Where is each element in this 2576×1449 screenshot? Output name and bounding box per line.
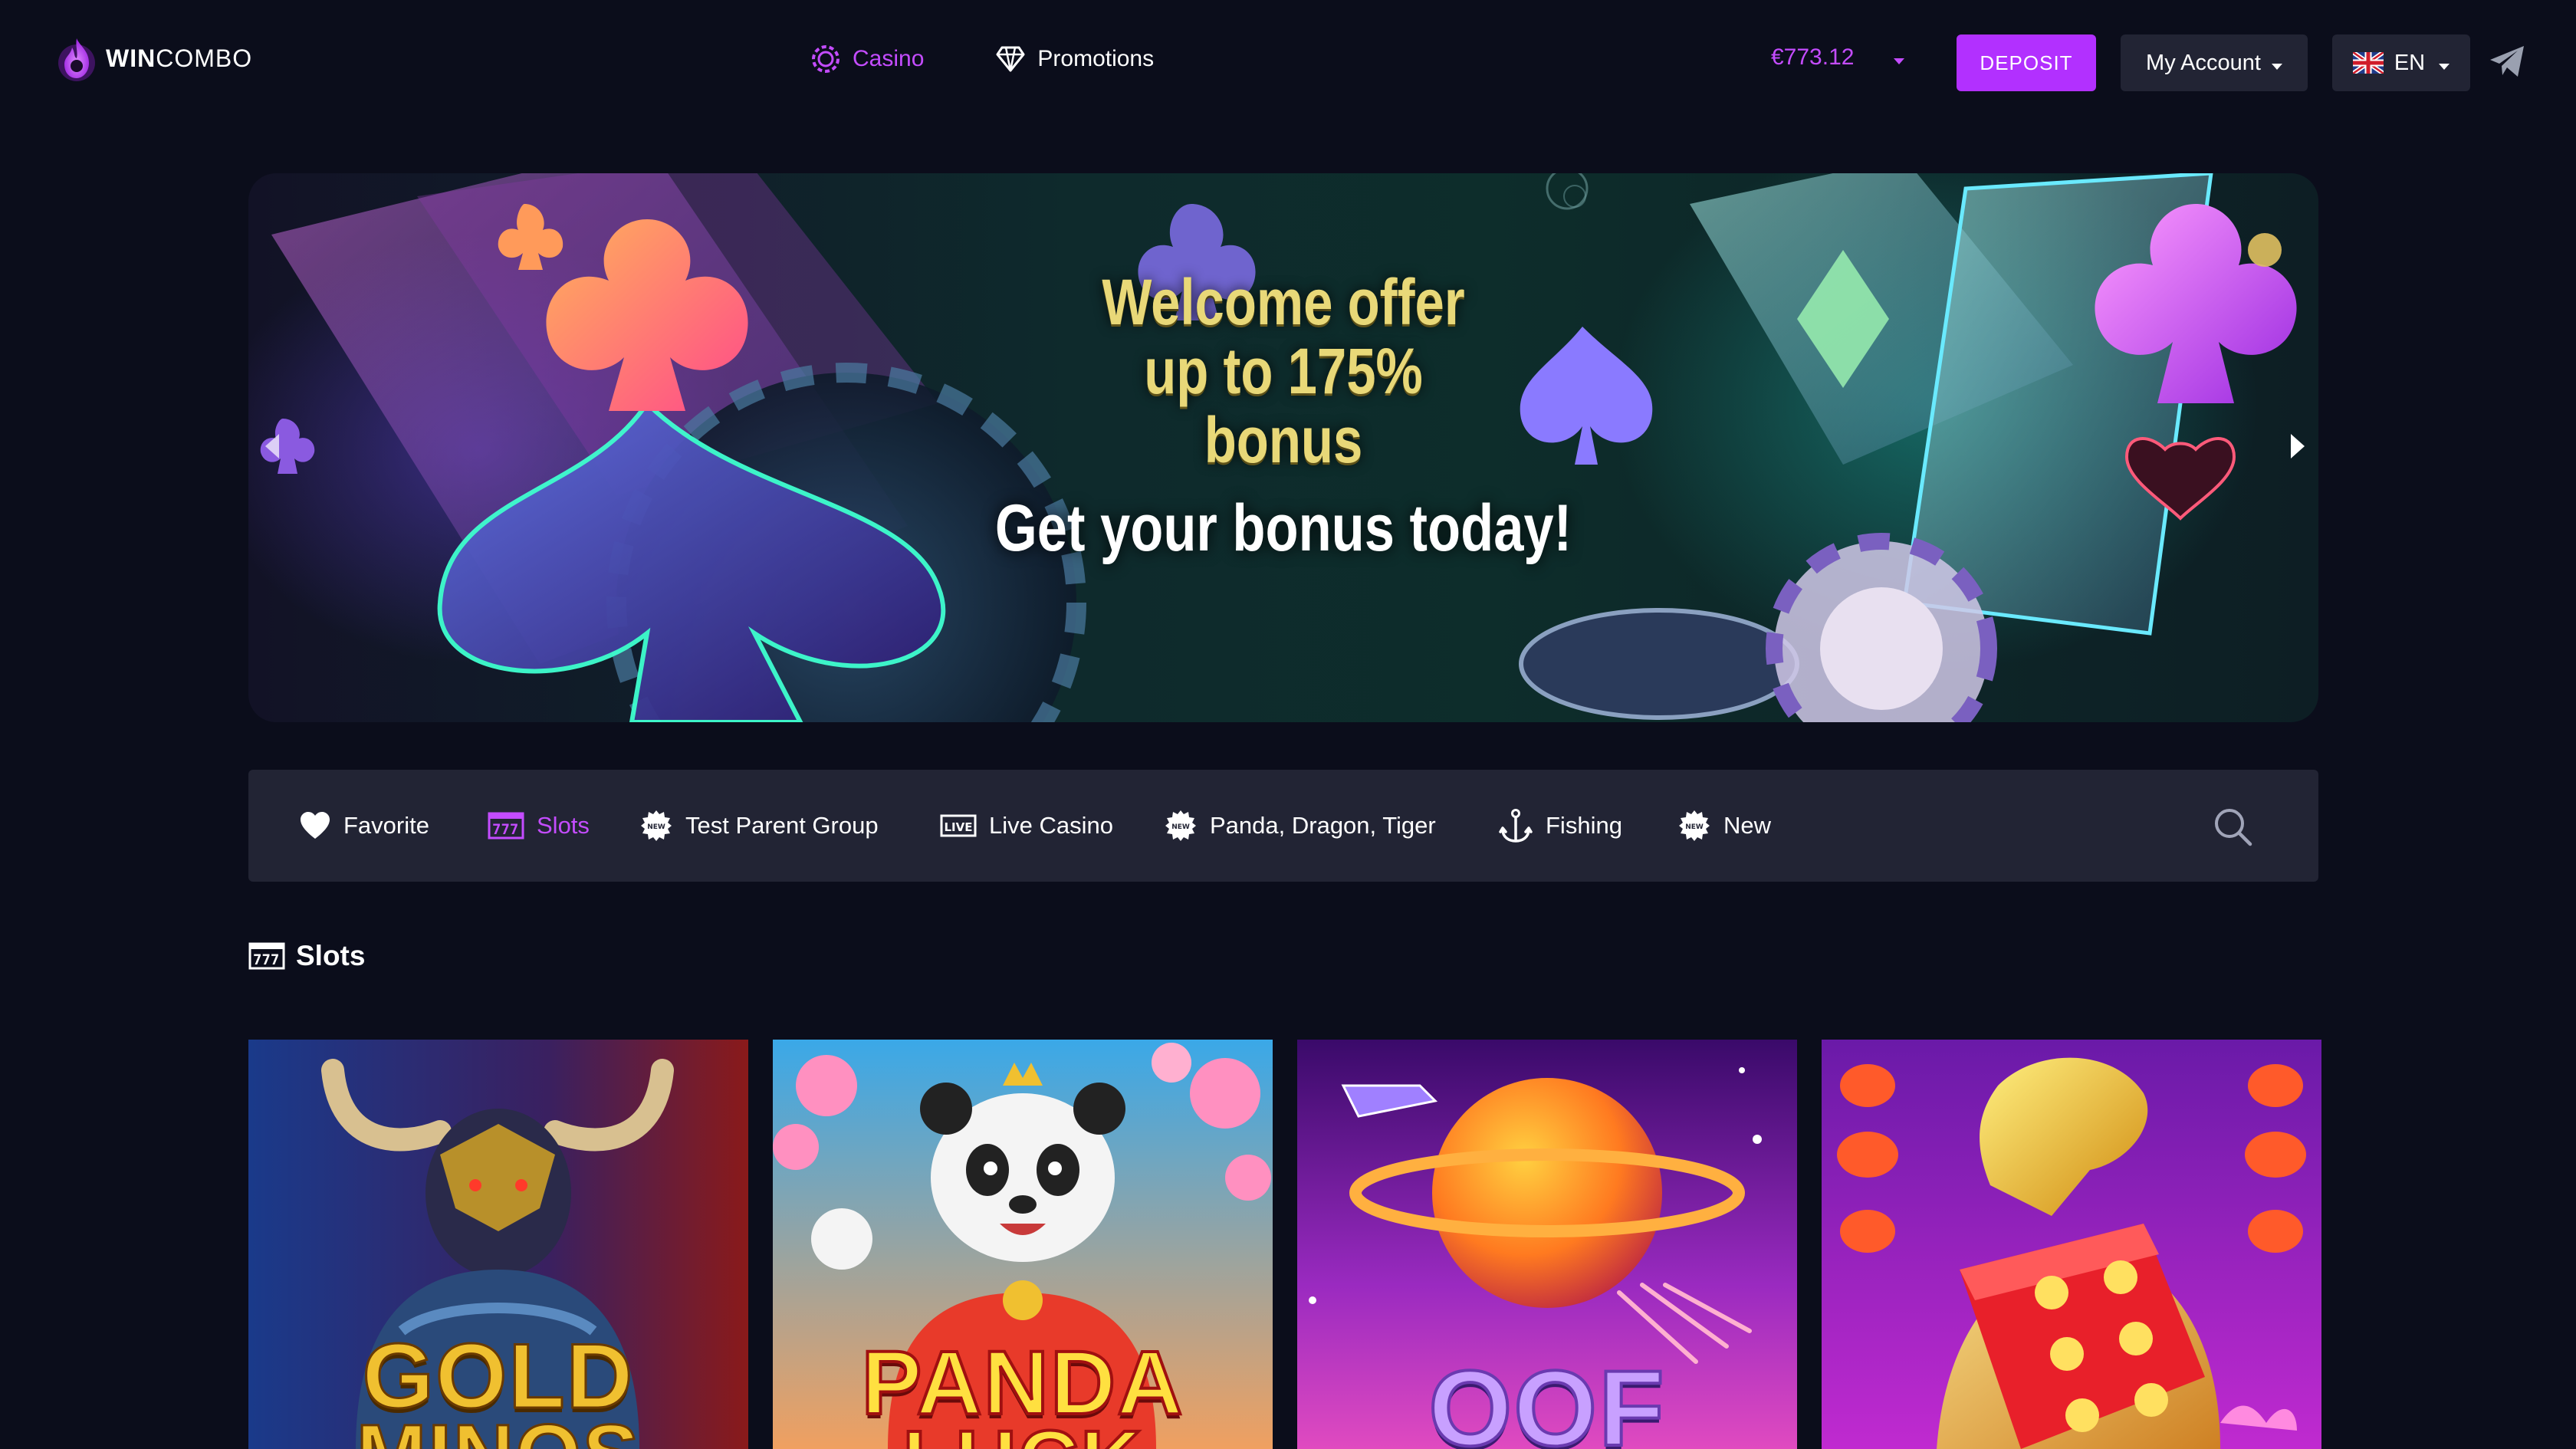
live-badge-icon: LIVE	[940, 814, 977, 837]
svg-text:LIVE: LIVE	[945, 820, 973, 834]
category-favorite[interactable]: Favorite	[299, 770, 429, 882]
game-category-bar: Favorite 777 Slots NEW Test Parent Group…	[248, 770, 2318, 882]
category-slots[interactable]: 777 Slots	[488, 770, 590, 882]
balance-dropdown[interactable]: €773.12	[1771, 44, 1905, 71]
category-panda-dragon-tiger-label: Panda, Dragon, Tiger	[1210, 812, 1436, 839]
banner-next-arrow-icon[interactable]	[2291, 434, 2305, 458]
chevron-down-icon	[1894, 44, 1905, 71]
category-fishing-label: Fishing	[1546, 812, 1622, 839]
heart-icon	[301, 812, 330, 839]
svg-text:777: 777	[492, 821, 518, 838]
banner-copy: Welcome offer up to 175% bonus Get your …	[248, 173, 2318, 722]
brand-name-bold: WIN	[106, 44, 156, 72]
casino-chip-icon	[812, 45, 840, 73]
new-badge-icon: NEW	[1165, 810, 1196, 841]
category-panda-dragon-tiger[interactable]: NEW Panda, Dragon, Tiger	[1164, 770, 1436, 882]
deposit-button[interactable]: DEPOSIT	[1957, 34, 2096, 91]
game-tile-dragon-dice[interactable]	[1822, 1040, 2321, 1449]
game-tile-panda-luck[interactable]: PANDA LUCK	[773, 1040, 1273, 1449]
category-live-casino[interactable]: LIVE Live Casino	[940, 770, 1113, 882]
svg-text:NEW: NEW	[647, 823, 665, 831]
telegram-icon[interactable]	[2489, 44, 2525, 78]
category-new[interactable]: NEW New	[1677, 770, 1771, 882]
language-label: EN	[2394, 50, 2426, 75]
banner-prev-arrow-icon[interactable]	[265, 434, 279, 458]
brand-name: WINCOMBO	[106, 44, 252, 73]
promo-banner[interactable]: Welcome offer up to 175% bonus Get your …	[248, 173, 2318, 722]
game-tile-subtitle: LUCK	[773, 1412, 1273, 1449]
svg-text:NEW: NEW	[1171, 823, 1190, 831]
game-tile-space[interactable]: OOF	[1297, 1040, 1797, 1449]
diamond-icon	[996, 46, 1025, 72]
game-tile-gold-minos[interactable]: GOLD MINOS	[248, 1040, 748, 1449]
banner-headline-1: Welcome offer	[1102, 266, 1465, 338]
uk-flag-icon	[2352, 52, 2384, 74]
brand-name-light: COMBO	[156, 44, 253, 72]
banner-headline-2: up to 175%	[1144, 335, 1423, 407]
svg-text:NEW: NEW	[1685, 823, 1704, 831]
category-test-parent-group-label: Test Parent Group	[685, 812, 879, 839]
new-badge-icon: NEW	[1679, 810, 1710, 841]
new-badge-icon: NEW	[641, 810, 672, 841]
nav-promotions-label: Promotions	[1037, 46, 1155, 71]
chevron-down-icon	[2271, 51, 2282, 76]
top-header: WINCOMBO Casino Promotions €773.12 DEPOS…	[0, 0, 2576, 123]
nav-casino[interactable]: Casino	[811, 44, 924, 74]
nav-casino-label: Casino	[853, 46, 925, 71]
game-tile-subtitle: MINOS	[248, 1406, 748, 1449]
category-fishing[interactable]: Fishing	[1498, 770, 1622, 882]
game-tile-title: OOF	[1427, 1346, 1666, 1449]
category-new-label: New	[1723, 812, 1772, 839]
nav-promotions[interactable]: Promotions	[996, 46, 1154, 72]
main-nav: Casino Promotions	[811, 44, 1226, 74]
category-slots-label: Slots	[537, 812, 590, 839]
banner-headline-3: bonus	[1204, 404, 1363, 476]
slots-777-icon: 777	[488, 812, 524, 840]
section-title-label: Slots	[296, 940, 366, 971]
svg-text:777: 777	[253, 951, 279, 968]
my-account-label: My Account	[2146, 50, 2261, 75]
category-favorite-label: Favorite	[343, 812, 429, 839]
anchor-icon	[1499, 809, 1533, 843]
balance-amount: €773.12	[1771, 44, 1855, 70]
brand-logo[interactable]: WINCOMBO	[57, 35, 252, 81]
game-thumbnail-dragon-dice	[1822, 1040, 2321, 1449]
my-account-button[interactable]: My Account	[2121, 34, 2308, 91]
language-selector[interactable]: EN	[2332, 34, 2470, 91]
search-icon[interactable]	[2213, 807, 2252, 846]
flame-logo-icon	[58, 38, 95, 81]
slots-777-icon: 777	[248, 942, 285, 970]
category-live-casino-label: Live Casino	[989, 812, 1113, 839]
category-test-parent-group[interactable]: NEW Test Parent Group	[639, 770, 879, 882]
banner-cta-text: Get your bonus today!	[994, 491, 1572, 565]
section-title-slots: 777 Slots	[248, 940, 365, 972]
chevron-down-icon	[2439, 51, 2450, 76]
